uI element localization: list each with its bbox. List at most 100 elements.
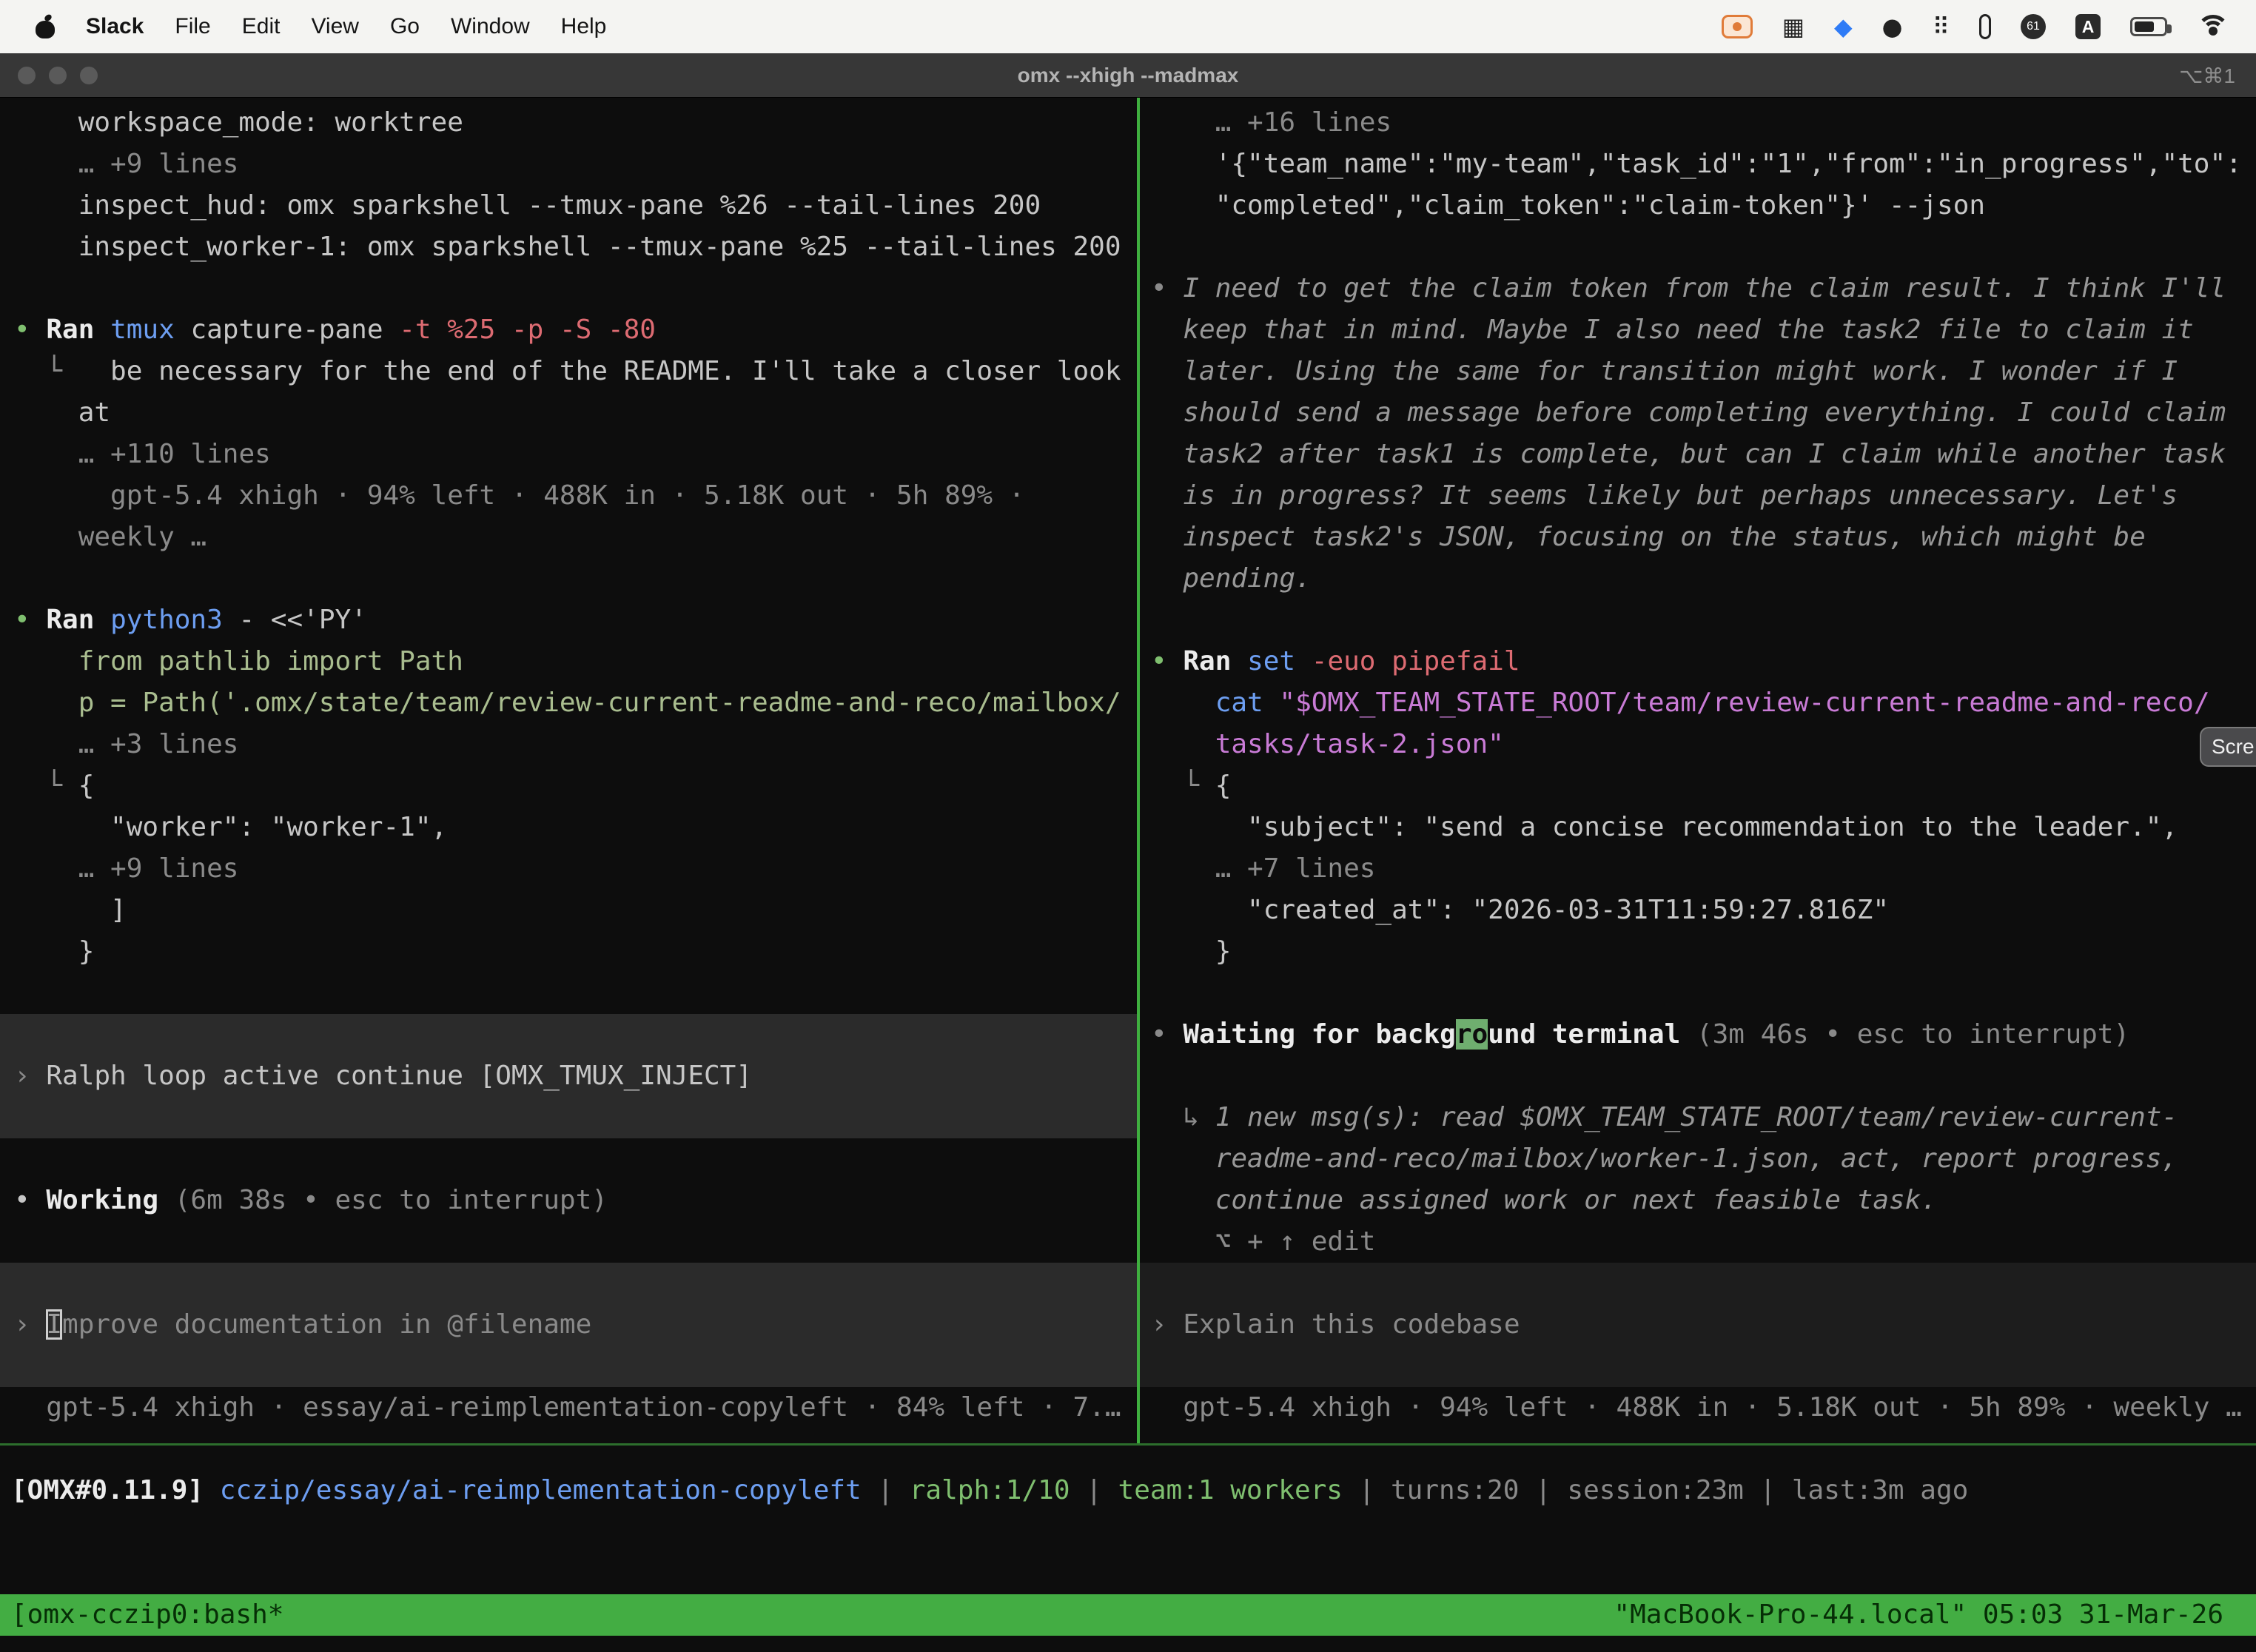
terminal-line — [1151, 973, 2256, 1014]
text-segment: turns:20 — [1391, 1475, 1519, 1505]
badge-61-icon[interactable]: 61 — [2021, 14, 2046, 39]
text-segment: … +16 lines — [1215, 107, 1391, 138]
text-segment: | — [1343, 1475, 1391, 1505]
screenshot-overlay-label: Scre — [2212, 726, 2255, 768]
terminal-line — [1151, 1346, 2256, 1387]
omx-status-line: [OMX#0.11.9] cczip/essay/ai-reimplementa… — [0, 1470, 2256, 1511]
app-dot-icon[interactable]: ● — [1882, 15, 1903, 38]
text-segment: - <<'PY' — [238, 605, 366, 635]
terminal-line: "worker": "worker-1", — [14, 807, 1137, 848]
terminal-line: gpt-5.4 xhigh · essay/ai-reimplementatio… — [14, 1387, 1137, 1428]
text-segment: • — [14, 315, 46, 345]
text-segment: is in progress? It seems likely but perh… — [1151, 480, 2178, 511]
text-segment: | — [1519, 1475, 1567, 1505]
terminal-line: inspect task2's JSON, focusing on the st… — [1151, 517, 2256, 558]
terminal-line — [14, 268, 1137, 309]
pane-left[interactable]: workspace_mode: worktree … +9 lines insp… — [0, 98, 1137, 1443]
text-segment: … +7 lines — [1215, 853, 1376, 884]
menu-file[interactable]: File — [175, 14, 210, 39]
text-segment: readme-and-reco/mailbox/worker-1.json, a… — [1151, 1144, 2178, 1174]
terminal-line: › Ralph loop active continue [OMX_TMUX_I… — [14, 1055, 1137, 1097]
input-source-icon[interactable]: A — [2075, 14, 2101, 39]
text-segment: should send a message before completing … — [1151, 397, 2226, 428]
tmux-session-label: [omx-cczip0:bash* — [11, 1594, 283, 1636]
text-segment: • — [14, 605, 46, 635]
screen-recording-icon[interactable] — [1722, 15, 1753, 38]
text-segment: Ran — [46, 605, 110, 635]
terminal-line: └ { — [1151, 765, 2256, 807]
terminal-line: ↳ 1 new msg(s): read $OMX_TEAM_STATE_ROO… — [1151, 1097, 2256, 1138]
terminal-line: gpt-5.4 xhigh · 94% left · 488K in · 5.1… — [14, 475, 1137, 517]
text-segment: keep that in mind. Maybe I also need the… — [1151, 315, 2194, 345]
menu-help[interactable]: Help — [561, 14, 607, 39]
menu-go[interactable]: Go — [390, 14, 420, 39]
text-segment: from pathlib import Path — [14, 646, 463, 676]
text-segment: und terminal — [1488, 1019, 1696, 1050]
wifi-icon[interactable] — [2197, 15, 2229, 38]
text-segment: last:3m ago — [1792, 1475, 1968, 1505]
terminal-line — [1151, 600, 2256, 641]
text-segment — [14, 729, 78, 759]
text-segment: Working — [46, 1185, 174, 1215]
pane-right[interactable]: … +16 lines '{"team_name":"my-team","tas… — [1140, 98, 2256, 1443]
text-segment: } — [14, 936, 94, 967]
text-segment: "worker": "worker-1", — [14, 812, 447, 842]
terminal-line: … +3 lines — [14, 724, 1137, 765]
screen: Slack File Edit View Go Window Help ▦ ◆ … — [0, 0, 2256, 1652]
terminal-line: from pathlib import Path — [14, 641, 1137, 682]
terminal-line: … +110 lines — [14, 434, 1137, 475]
window-title-bar[interactable]: omx --xhigh --madmax ⌥⌘1 — [0, 53, 2256, 98]
apple-menu-icon[interactable] — [36, 15, 55, 38]
terminal-line: workspace_mode: worktree — [14, 102, 1137, 144]
text-segment: Ralph loop active continue [OMX_TMUX_INJ… — [46, 1061, 752, 1091]
text-segment: gpt-5.4 xhigh · 94% left · 488K in · 5.1… — [14, 480, 1024, 511]
text-segment — [1151, 688, 1215, 718]
terminal-line: ] — [14, 890, 1137, 931]
terminal-line — [1151, 1263, 2256, 1304]
terminal-line: p = Path('.omx/state/team/review-current… — [14, 682, 1137, 724]
terminal-line: pending. — [1151, 558, 2256, 600]
terminal-line — [14, 1221, 1137, 1263]
menu-bar-left: Slack File Edit View Go Window Help — [36, 14, 606, 39]
menu-edit[interactable]: Edit — [242, 14, 281, 39]
text-segment — [14, 439, 78, 469]
screenshot-overlay[interactable]: Scre — [2200, 727, 2256, 767]
dots-grid-icon[interactable]: ⠿ — [1933, 15, 1950, 38]
text-segment: tasks/task-2.json" — [1151, 729, 1504, 759]
droplet-icon[interactable]: ◆ — [1834, 15, 1853, 38]
text-segment: "subject": "send a concise recommendatio… — [1151, 812, 2178, 842]
terminal-line: "created_at": "2026-03-31T11:59:27.816Z" — [1151, 890, 2256, 931]
terminal-line: └ { — [14, 765, 1137, 807]
terminal-line: ⌥ + ↑ edit — [1151, 1221, 2256, 1263]
text-segment: p = Path('.omx/state/team/review-current… — [14, 688, 1121, 718]
terminal-line: tasks/task-2.json" — [1151, 724, 2256, 765]
terminal-line: └ be necessary for the end of the README… — [14, 351, 1137, 392]
terminal-line: is in progress? It seems likely but perh… — [1151, 475, 2256, 517]
text-segment — [1151, 107, 1215, 138]
text-segment: "$OMX_TEAM_STATE_ROOT/team/review-curren… — [1279, 688, 2209, 718]
terminal-line: inspect_worker-1: omx sparkshell --tmux-… — [14, 226, 1137, 268]
window-tiles-icon[interactable]: ▦ — [1782, 15, 1805, 38]
terminal-line: later. Using the same for transition mig… — [1151, 351, 2256, 392]
terminal-line: • Waiting for background terminal (3m 46… — [1151, 1014, 2256, 1055]
text-segment: session:23m — [1567, 1475, 1743, 1505]
key-icon[interactable] — [1979, 14, 1991, 39]
text-segment: { — [78, 770, 95, 801]
terminal-line — [14, 1138, 1137, 1180]
terminal-line: } — [14, 931, 1137, 973]
text-segment: at — [14, 397, 110, 428]
terminal: workspace_mode: worktree … +9 lines insp… — [0, 98, 2256, 1652]
text-segment: › — [14, 1061, 46, 1091]
terminal-line: keep that in mind. Maybe I also need the… — [1151, 309, 2256, 351]
text-segment: team:1 workers — [1118, 1475, 1343, 1505]
terminal-line — [14, 1014, 1137, 1055]
menu-app-name[interactable]: Slack — [86, 14, 144, 39]
text-segment: python3 — [110, 605, 238, 635]
text-segment: … +3 lines — [78, 729, 239, 759]
menu-window[interactable]: Window — [451, 14, 530, 39]
menu-view[interactable]: View — [311, 14, 358, 39]
battery-icon[interactable] — [2130, 17, 2167, 36]
terminal-line — [14, 1097, 1137, 1138]
text-segment: cczip/essay/ai-reimplementation-copyleft — [220, 1475, 862, 1505]
window-shortcut-hint: ⌥⌘1 — [2179, 53, 2235, 98]
